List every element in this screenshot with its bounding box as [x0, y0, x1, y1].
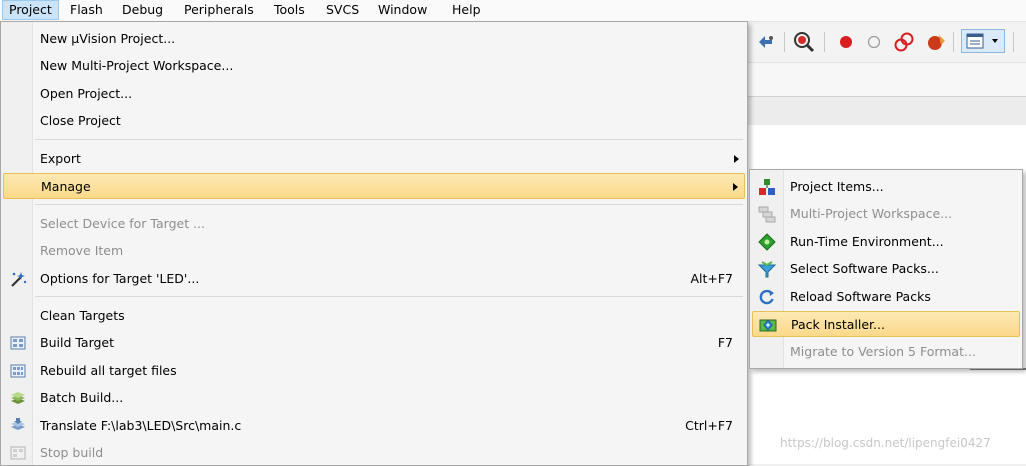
- menu-item-build-target[interactable]: Build Target F7: [3, 330, 745, 356]
- menu-separator: [35, 204, 743, 205]
- menu-item-label: Pack Installer...: [791, 317, 885, 332]
- toolbar-row-2: [745, 62, 1026, 97]
- menu-bar: Project Flash Debug Peripherals Tools SV…: [0, 0, 1026, 22]
- window-layout-icon: [966, 33, 984, 49]
- pack-installer-icon: [759, 319, 777, 332]
- menu-item-batch-build[interactable]: Batch Build...: [3, 385, 745, 411]
- toolbar-separator: [824, 32, 825, 52]
- tab-strip: [745, 96, 1026, 126]
- toolbar-separator: [953, 32, 954, 52]
- submenu-item-select-software-packs[interactable]: Select Software Packs...: [752, 256, 1020, 282]
- menu-item-options-for-target[interactable]: Options for Target 'LED'... Alt+F7: [3, 266, 745, 292]
- menu-item-shortcut: Alt+F7: [690, 271, 733, 286]
- submenu-item-multi-project-workspace[interactable]: Multi-Project Workspace...: [752, 201, 1020, 227]
- submenu-item-reload-software-packs[interactable]: Reload Software Packs: [752, 284, 1020, 310]
- menu-item-export[interactable]: Export: [3, 146, 745, 172]
- menu-help[interactable]: Help: [446, 0, 487, 20]
- menu-svcs[interactable]: SVCS: [320, 0, 365, 20]
- zoom-debug-icon[interactable]: [793, 31, 815, 53]
- project-menu: New µVision Project... New Multi-Project…: [0, 21, 748, 466]
- menu-item-close-project[interactable]: Close Project: [3, 108, 745, 134]
- menu-item-label: Rebuild all target files: [40, 363, 177, 378]
- menu-item-label: Reload Software Packs: [790, 289, 931, 304]
- menu-debug[interactable]: Debug: [116, 0, 169, 20]
- menu-item-label: Batch Build...: [40, 390, 124, 405]
- runtime-env-icon: [758, 233, 776, 251]
- stop-build-icon: [10, 446, 26, 460]
- menu-separator: [35, 296, 743, 297]
- menu-item-label: New µVision Project...: [40, 31, 176, 46]
- menu-flash[interactable]: Flash: [64, 0, 109, 20]
- build-icon: [10, 336, 26, 350]
- menu-item-label: Translate F:\lab3\LED\Src\main.c: [40, 418, 242, 433]
- submenu-arrow-icon: [733, 183, 738, 191]
- menu-item-label: Remove Item: [40, 243, 124, 258]
- submenu-arrow-icon: [734, 155, 739, 163]
- menu-item-label: Stop build: [40, 445, 104, 460]
- select-packs-icon: [758, 261, 776, 278]
- breakpoint-kill-all-icon[interactable]: [925, 31, 947, 53]
- menu-item-select-device[interactable]: Select Device for Target ...: [3, 211, 745, 237]
- menu-item-rebuild-all[interactable]: Rebuild all target files: [3, 358, 745, 384]
- menu-peripherals[interactable]: Peripherals: [178, 0, 260, 20]
- menu-item-remove-item[interactable]: Remove Item: [3, 238, 745, 264]
- menu-item-label: Project Items...: [790, 179, 884, 194]
- menu-item-label: Options for Target 'LED'...: [40, 271, 200, 286]
- menu-item-new-multi-project-workspace[interactable]: New Multi-Project Workspace...: [3, 53, 745, 79]
- magic-wand-icon: [11, 272, 27, 287]
- menu-item-clean-targets[interactable]: Clean Targets: [3, 303, 745, 329]
- menu-item-open-project[interactable]: Open Project...: [3, 81, 745, 107]
- menu-item-label: Manage: [41, 179, 91, 194]
- chevron-down-icon: [992, 39, 998, 43]
- menu-item-label: Build Target: [40, 335, 115, 350]
- menu-item-label: Run-Time Environment...: [790, 234, 944, 249]
- toolbar-separator: [1013, 32, 1014, 52]
- kill-breakpoints-icon[interactable]: [893, 31, 915, 53]
- menu-item-shortcut: F7: [717, 335, 733, 350]
- menu-item-label: Migrate to Version 5 Format...: [790, 344, 976, 359]
- toolbar-separator: [784, 32, 785, 52]
- submenu-item-pack-installer[interactable]: Pack Installer...: [752, 311, 1020, 337]
- window-layout-dropdown[interactable]: [961, 29, 1005, 53]
- menu-item-manage[interactable]: Manage: [3, 173, 745, 199]
- menu-item-label: Select Software Packs...: [790, 261, 939, 276]
- menu-item-label: Clean Targets: [40, 308, 125, 323]
- menu-item-label: Select Device for Target ...: [40, 216, 205, 231]
- menu-item-label: Open Project...: [40, 86, 133, 101]
- breakpoint-icon[interactable]: [838, 34, 854, 50]
- menu-item-translate[interactable]: Translate F:\lab3\LED\Src\main.c Ctrl+F7: [3, 413, 745, 439]
- watermark: https://blog.csdn.net/lipengfei0427: [780, 436, 991, 450]
- multi-project-icon: [758, 206, 776, 223]
- rebuild-icon: [10, 364, 26, 378]
- submenu-item-project-items[interactable]: Project Items...: [752, 174, 1020, 200]
- menu-item-label: Close Project: [40, 113, 121, 128]
- project-items-icon: [759, 179, 775, 195]
- menu-window[interactable]: Window: [372, 0, 433, 20]
- menu-item-new-uvision-project[interactable]: New µVision Project...: [3, 26, 745, 52]
- reload-icon: [759, 289, 774, 305]
- menu-item-label: Multi-Project Workspace...: [790, 206, 953, 221]
- editor-scrollbar-edge: [970, 368, 1026, 377]
- submenu-item-runtime-environment[interactable]: Run-Time Environment...: [752, 229, 1020, 255]
- menu-project[interactable]: Project: [2, 0, 59, 20]
- debug-arrows-icon[interactable]: [756, 32, 776, 52]
- breakpoint-disabled-icon[interactable]: [866, 34, 882, 50]
- translate-icon: [11, 418, 25, 430]
- manage-submenu: Project Items... Multi-Project Workspace…: [749, 169, 1023, 369]
- submenu-item-migrate-v5[interactable]: Migrate to Version 5 Format...: [752, 339, 1020, 365]
- menu-item-label: New Multi-Project Workspace...: [40, 58, 234, 73]
- batch-build-icon: [11, 392, 25, 404]
- menu-item-label: Export: [40, 151, 81, 166]
- menu-tools[interactable]: Tools: [268, 0, 311, 20]
- menu-item-shortcut: Ctrl+F7: [685, 418, 733, 433]
- menu-separator: [35, 139, 743, 140]
- menu-item-stop-build[interactable]: Stop build: [3, 440, 745, 466]
